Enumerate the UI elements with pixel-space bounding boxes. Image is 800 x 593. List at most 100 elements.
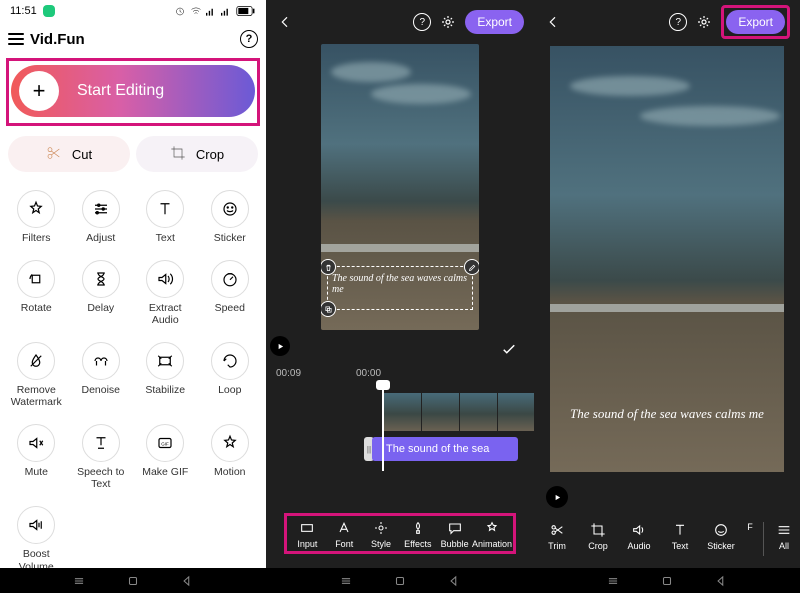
tool-motion[interactable]: Motion [198, 418, 263, 494]
time-playhead: 00:00 [356, 368, 381, 379]
tab-all[interactable]: All [770, 522, 798, 556]
signal-icon [206, 6, 217, 17]
start-editing-button[interactable]: + Start Editing [11, 65, 255, 117]
back-nav-icon[interactable] [714, 574, 728, 588]
android-navbar [0, 568, 800, 593]
tab-font[interactable]: Font [326, 520, 363, 549]
export-highlight: Export [721, 5, 790, 39]
crop-label: Crop [196, 147, 224, 162]
recording-indicator-icon [43, 5, 55, 17]
video-preview[interactable]: The sound of the sea waves calms me [321, 44, 479, 330]
tool-make-gif[interactable]: GIFMake GIF [133, 418, 198, 494]
tool-adjust[interactable]: Adjust [69, 184, 134, 248]
recents-icon[interactable] [339, 574, 353, 588]
battery-icon [236, 5, 256, 17]
overlay-text: The sound of the sea waves calms me [550, 406, 784, 422]
tool-rotate[interactable]: Rotate [4, 254, 69, 330]
tab-input[interactable]: Input [289, 520, 326, 549]
alarm-icon [174, 5, 186, 17]
gear-icon[interactable] [695, 13, 713, 31]
menu-icon[interactable] [8, 33, 24, 45]
tool-extract-audio[interactable]: Extract Audio [133, 254, 198, 330]
tool-delay[interactable]: Delay [69, 254, 134, 330]
tool-speed[interactable]: Speed [198, 254, 263, 330]
tab-animation[interactable]: Animation [473, 520, 511, 549]
recents-icon[interactable] [72, 574, 86, 588]
back-icon[interactable] [276, 13, 294, 31]
confirm-icon[interactable] [500, 340, 518, 363]
cut-button[interactable]: Cut [8, 136, 130, 172]
back-nav-icon[interactable] [447, 574, 461, 588]
wifi-icon [190, 5, 202, 17]
tool-stabilize[interactable]: Stabilize [133, 336, 198, 412]
tool-filters[interactable]: Filters [4, 184, 69, 248]
tab-sticker[interactable]: Sticker [702, 522, 740, 556]
timeline[interactable]: 00:09 00:00 || The sound of the sea [266, 362, 534, 471]
video-track[interactable] [384, 393, 536, 431]
tab-effects[interactable]: Effects [399, 520, 436, 549]
status-icons [174, 5, 256, 17]
tab-trim[interactable]: Trim [538, 522, 576, 556]
cut-crop-row: Cut Crop [0, 136, 266, 184]
playhead[interactable] [382, 385, 384, 471]
tool-grid: Filters Adjust Text Sticker Rotate Delay… [0, 184, 266, 577]
tool-sticker[interactable]: Sticker [198, 184, 263, 248]
text-toolbar-highlight: Input Font Style Effects Bubble Animatio… [284, 513, 516, 554]
copy-handle-icon[interactable] [321, 301, 336, 317]
signal-icon [221, 6, 232, 17]
cut-label: Cut [72, 147, 92, 162]
export-button[interactable]: Export [465, 10, 524, 34]
tab-audio[interactable]: Audio [620, 522, 658, 556]
crop-icon [170, 145, 186, 164]
status-bar: 11:51 [0, 0, 266, 22]
tab-text[interactable]: Text [661, 522, 699, 556]
scissors-icon [46, 145, 62, 164]
home-icon[interactable] [660, 574, 674, 588]
help-icon[interactable]: ? [240, 30, 258, 48]
help-icon[interactable]: ? [413, 13, 431, 31]
start-editing-highlight: + Start Editing [6, 58, 260, 126]
preview-area: The sound of the sea waves calms me [534, 44, 800, 484]
recents-icon[interactable] [606, 574, 620, 588]
edit-handle-icon[interactable] [464, 259, 479, 275]
editor-pane-text: ? Export The sound of the sea waves calm… [266, 0, 534, 568]
tab-bubble[interactable]: Bubble [436, 520, 473, 549]
home-icon[interactable] [393, 574, 407, 588]
back-icon[interactable] [544, 13, 562, 31]
app-title: Vid.Fun [30, 31, 234, 48]
plus-icon: + [19, 71, 59, 111]
play-button[interactable] [270, 336, 290, 356]
status-time: 11:51 [10, 5, 37, 17]
preview-area: The sound of the sea waves calms me [266, 44, 534, 344]
text-toolbar: Input Font Style Effects Bubble Animatio… [289, 520, 511, 549]
export-button[interactable]: Export [726, 10, 785, 34]
help-icon[interactable]: ? [669, 13, 687, 31]
overlay-text: The sound of the sea waves calms me [332, 273, 468, 295]
tab-crop[interactable]: Crop [579, 522, 617, 556]
tool-text[interactable]: Text [133, 184, 198, 248]
editor-header: ? Export [534, 0, 800, 44]
tool-remove-watermark[interactable]: Remove Watermark [4, 336, 69, 412]
editor-toolbar: Trim Crop Audio Text Sticker F All [536, 516, 800, 558]
play-button[interactable] [546, 486, 568, 508]
crop-button[interactable]: Crop [136, 136, 258, 172]
toolbar-separator [763, 522, 764, 556]
home-icon[interactable] [126, 574, 140, 588]
tool-mute[interactable]: Mute [4, 418, 69, 494]
svg-text:GIF: GIF [162, 442, 170, 447]
home-pane: 11:51 Vid.Fun ? + Start Editing Cut Crop [0, 0, 266, 568]
back-nav-icon[interactable] [180, 574, 194, 588]
tool-speech-to-text[interactable]: Speech to Text [69, 418, 134, 494]
gear-icon[interactable] [439, 13, 457, 31]
video-preview[interactable]: The sound of the sea waves calms me [550, 46, 784, 472]
tab-more[interactable]: F [743, 522, 757, 556]
editor-pane-main: ? Export The sound of the sea waves calm… [534, 0, 800, 568]
tab-style[interactable]: Style [363, 520, 400, 549]
tool-loop[interactable]: Loop [198, 336, 263, 412]
time-elapsed: 00:09 [276, 368, 301, 379]
tool-denoise[interactable]: Denoise [69, 336, 134, 412]
tool-boost-volume[interactable]: Boost Volume [4, 500, 69, 576]
start-editing-label: Start Editing [77, 82, 164, 100]
text-overlay-bounds[interactable]: The sound of the sea waves calms me [327, 266, 473, 310]
text-clip[interactable]: The sound of the sea [372, 437, 518, 461]
